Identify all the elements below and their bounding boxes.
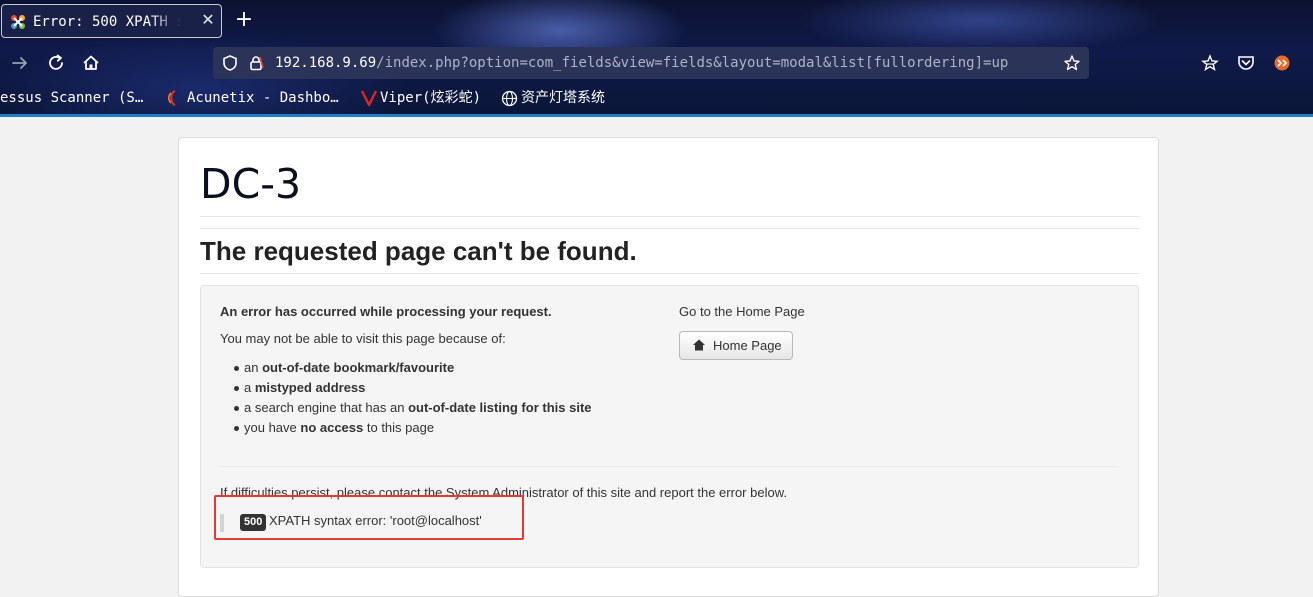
extension-icon[interactable] xyxy=(1271,52,1293,74)
joomla-icon xyxy=(11,15,25,29)
error-intro: An error has occurred while processing y… xyxy=(220,304,552,319)
reason-emphasis: no access xyxy=(300,420,364,435)
bullet xyxy=(234,426,239,431)
reason-emphasis: out-of-date listing for this site xyxy=(408,400,592,415)
bookmark-asset-lighthouse[interactable]: 资产灯塔系统 xyxy=(521,88,605,108)
reason-emphasis: mistyped address xyxy=(254,380,366,395)
reason-item: an out-of-date bookmark/favourite xyxy=(244,359,454,377)
forward-arrow-icon[interactable] xyxy=(9,52,31,74)
reason-text: to this page xyxy=(363,420,435,435)
reason-item: a mistyped address xyxy=(244,379,365,397)
divider xyxy=(200,273,1140,274)
home-page-button-label: Home Page xyxy=(713,338,782,353)
url-path: /index.php?option=com_fields&view=fields… xyxy=(376,55,1009,71)
tab-close-icon[interactable]: ✕ xyxy=(198,11,218,31)
tab-title: Error: 500 XPATH syntax error: 'root@loc… xyxy=(33,14,181,30)
reason-emphasis: out-of-date bookmark/favourite xyxy=(262,360,455,375)
new-tab-button[interactable]: + xyxy=(233,9,255,31)
bookmark-nessus[interactable]: essus Scanner (S… xyxy=(0,88,143,108)
home-page-button[interactable]: Home Page xyxy=(679,331,793,360)
reason-item: you have no access to this page xyxy=(244,419,434,437)
bullet xyxy=(234,406,239,411)
page-heading: The requested page can't be found. xyxy=(200,236,637,266)
site-title[interactable]: DC-3 xyxy=(200,160,301,208)
reason-text: a xyxy=(244,380,255,395)
pocket-icon[interactable] xyxy=(1235,52,1257,74)
reading-list-icon[interactable] xyxy=(1199,52,1221,74)
browser-chrome: Error: 500 XPATH syntax error: 'root@loc… xyxy=(0,0,1313,114)
url-text[interactable]: 192.168.9.69/index.php?option=com_fields… xyxy=(275,54,1055,72)
divider xyxy=(200,216,1140,217)
home-icon[interactable] xyxy=(80,52,102,74)
url-host: 192.168.9.69 xyxy=(275,55,377,71)
reason-text: a search engine that has an xyxy=(244,400,409,415)
reason-text: you have xyxy=(244,420,301,435)
home-icon xyxy=(693,339,705,351)
bookmark-viper[interactable]: Viper(炫彩蛇) xyxy=(380,88,481,108)
browser-tab-active[interactable]: Error: 500 XPATH syntax error: 'root@loc… xyxy=(1,4,222,38)
bookmark-acunetix[interactable]: Acunetix - Dashbo… xyxy=(187,88,339,108)
bullet xyxy=(234,366,239,371)
reason-text: an xyxy=(244,360,263,375)
reload-icon[interactable] xyxy=(45,52,67,74)
reason-item: a search engine that has an out-of-date … xyxy=(244,399,592,417)
bullet xyxy=(234,386,239,391)
divider xyxy=(200,228,1140,229)
highlight-annotation-box xyxy=(214,495,524,540)
home-prompt: Go to the Home Page xyxy=(679,304,805,319)
viper-icon xyxy=(361,90,377,107)
acunetix-icon xyxy=(167,90,176,106)
globe-icon xyxy=(501,90,518,107)
shield-icon[interactable] xyxy=(221,54,239,72)
address-bar[interactable]: 192.168.9.69/index.php?option=com_fields… xyxy=(213,47,1089,79)
star-icon[interactable] xyxy=(1063,54,1081,72)
page-viewport: DC-3 The requested page can't be found. … xyxy=(0,117,1313,597)
divider xyxy=(219,466,1119,467)
lock-icon[interactable] xyxy=(247,54,265,72)
reasons-intro: You may not be able to visit this page b… xyxy=(220,331,506,346)
